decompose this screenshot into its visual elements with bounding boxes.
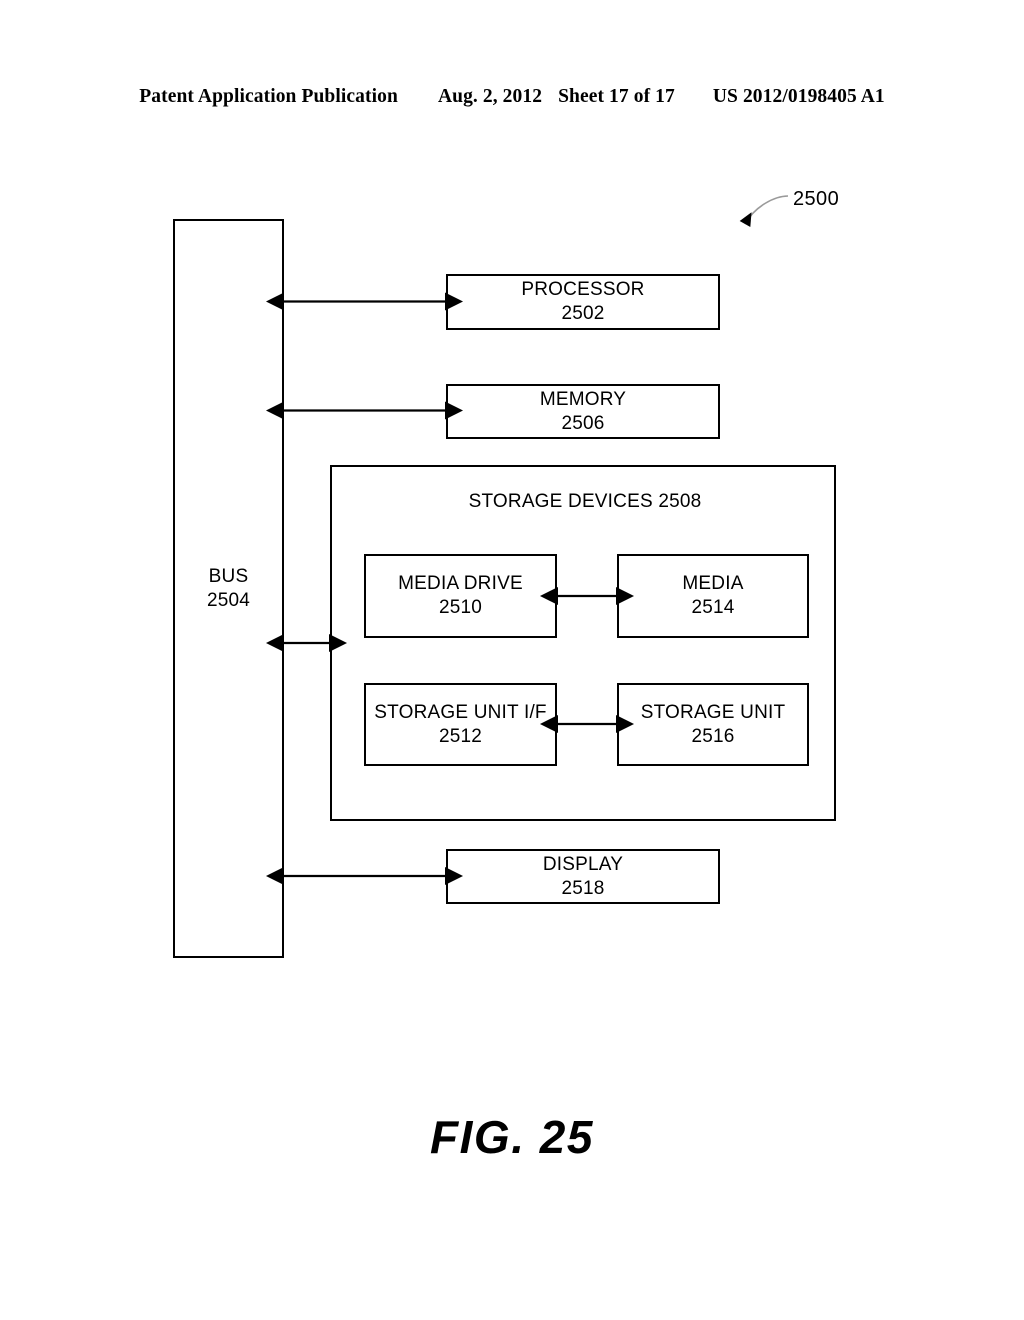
reference-numeral-2500: 2500 bbox=[793, 188, 840, 210]
block-storage-devices: STORAGE DEVICES 2508 bbox=[330, 465, 836, 821]
block-processor-number: 2502 bbox=[561, 303, 605, 324]
leader-line-2500 bbox=[739, 195, 789, 227]
block-bus-number: 2504 bbox=[206, 589, 251, 611]
block-media-number: 2514 bbox=[691, 597, 735, 618]
block-memory-label: MEMORY bbox=[539, 388, 627, 410]
block-processor-label: PROCESSOR bbox=[521, 279, 645, 301]
block-storage-unit-interface-label: STORAGE UNIT I/F bbox=[374, 701, 547, 723]
patent-figure-page: Patent Application Publication Aug. 2, 2… bbox=[0, 0, 1024, 1320]
block-memory: MEMORY 2506 bbox=[446, 384, 720, 439]
block-storage-unit-label: STORAGE UNIT bbox=[640, 701, 786, 723]
block-storage-devices-text: STORAGE DEVICES 2508 bbox=[332, 490, 838, 514]
block-media-drive-label: MEDIA DRIVE bbox=[398, 573, 523, 595]
block-bus-label: BUS bbox=[208, 565, 249, 587]
block-media-drive: MEDIA DRIVE 2510 bbox=[364, 554, 557, 638]
block-processor: PROCESSOR 2502 bbox=[446, 274, 720, 330]
block-display: DISPLAY 2518 bbox=[446, 849, 720, 904]
block-storage-unit-interface-number: 2512 bbox=[438, 725, 483, 747]
block-storage-devices-label: STORAGE DEVICES bbox=[468, 491, 653, 512]
block-storage-devices-number: 2508 bbox=[658, 491, 702, 512]
block-bus: BUS 2504 bbox=[173, 219, 284, 958]
block-media-label: MEDIA bbox=[682, 573, 744, 595]
block-storage-unit-interface: STORAGE UNIT I/F 2512 bbox=[364, 683, 557, 766]
block-storage-unit-number: 2516 bbox=[691, 725, 735, 747]
block-media-drive-number: 2510 bbox=[438, 597, 483, 618]
figure-caption: FIG. 25 bbox=[430, 1111, 594, 1163]
block-storage-unit: STORAGE UNIT 2516 bbox=[617, 683, 809, 766]
block-media: MEDIA 2514 bbox=[617, 554, 809, 638]
block-display-label: DISPLAY bbox=[542, 853, 624, 875]
block-memory-number: 2506 bbox=[561, 412, 605, 434]
block-display-number: 2518 bbox=[561, 877, 605, 899]
